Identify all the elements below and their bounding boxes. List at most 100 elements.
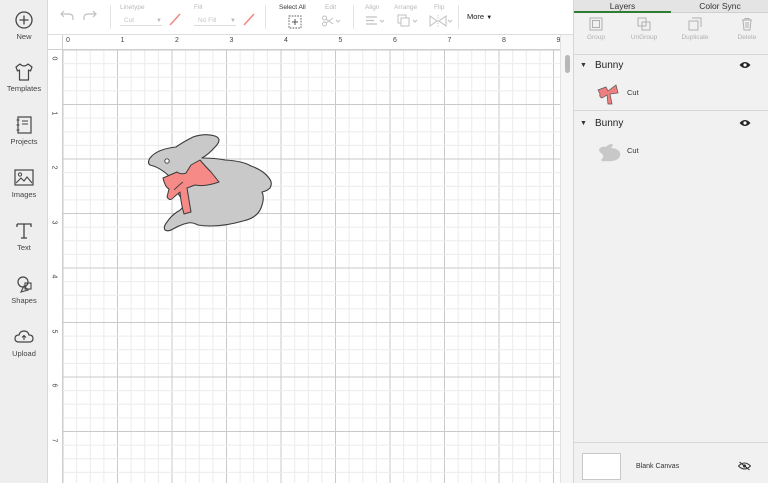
toolbar-divider [458,5,459,29]
ruler-left-number: 2 [50,165,58,170]
ruler-left-number: 1 [50,111,58,115]
tshirt-icon [15,63,33,81]
ruler-left-number: 0 [50,56,58,61]
canvas-grid [48,35,560,483]
ungroup-icon [637,17,651,31]
scissors-icon[interactable] [321,15,341,27]
sidebar-label-images: Images [11,190,37,199]
duplicate-icon [688,17,702,31]
ruler-top-number: 2 [175,37,179,44]
layer-row[interactable]: Cut [574,136,768,166]
eye-hidden-icon[interactable] [738,461,751,471]
ruler-left-number: 6 [50,383,58,388]
ruler-vertical [48,35,63,483]
toolbar-divider [265,5,266,29]
blank-canvas-label: Blank Canvas [636,463,680,470]
tab-layers-label: Layers [609,1,636,11]
shapes-icon [17,276,32,293]
plus-circle-icon [15,11,33,29]
ruler-top-number: 5 [338,37,343,44]
blank-canvas-swatch[interactable] [582,453,621,480]
fill-select[interactable]: No Fill ▼ [194,15,236,26]
linetype-color-swatch-icon[interactable] [169,13,181,26]
layer-group-row[interactable]: ▼ Bunny [574,114,768,134]
fill-color-swatch-icon[interactable] [243,13,255,26]
linetype-value: Cut [124,17,135,24]
flip-icon[interactable] [429,14,453,28]
left-sidebar: New Templates Projects Images Text Shape… [0,0,48,483]
linetype-label: Linetype [120,4,145,11]
select-all-icon[interactable] [288,15,302,29]
group-icon [589,17,603,31]
layer-row[interactable]: Cut [574,78,768,108]
sidebar-label-upload: Upload [12,349,36,358]
bunny-eye [164,158,170,164]
layer-actions: Group UnGroup Duplicate Delete [574,13,768,55]
layer-name: Cut [627,146,639,155]
sidebar-item-new[interactable]: New [0,10,48,58]
tab-color-sync-label: Color Sync [699,1,741,11]
arrange-label: Arrange [394,4,418,11]
layer-name: Cut [627,88,639,97]
layers-panel: Layers Color Sync Group UnGroup Duplicat… [573,0,768,483]
more-button[interactable]: More ▼ [467,12,492,21]
sidebar-label-text: Text [17,243,31,252]
duplicate-button[interactable]: Duplicate [673,17,717,41]
ruler-top-number: 8 [502,37,506,44]
trash-icon [742,18,752,31]
ruler-left-number: 3 [50,220,58,224]
ruler-top-number: 0 [66,37,70,44]
select-all-label: Select All [279,4,306,11]
tab-layers[interactable]: Layers [574,0,671,13]
sidebar-label-projects: Projects [10,137,38,146]
undo-icon[interactable] [60,9,74,21]
sidebar-item-templates[interactable]: Templates [0,62,48,110]
top-toolbar: Linetype Cut ▼ Fill No Fill ▼ Select All… [48,0,573,35]
layer-group-row[interactable]: ▼ Bunny [574,56,768,76]
sidebar-item-text[interactable]: Text [0,221,48,269]
linetype-select[interactable]: Cut ▼ [120,15,162,26]
ruler-top-number: 1 [120,37,125,44]
toolbar-divider [353,5,354,29]
sidebar-item-upload[interactable]: Upload [0,327,48,375]
eye-icon[interactable] [739,119,751,127]
flip-label: Flip [434,4,445,11]
group-button[interactable]: Group [574,17,618,41]
more-label: More [467,12,485,21]
ruler-left-number: 5 [50,329,58,333]
ungroup-label: UnGroup [630,34,658,41]
align-icon[interactable] [365,15,385,27]
chevron-down-icon: ▼ [230,18,236,24]
delete-label: Delete [737,34,757,41]
group-divider [574,110,768,111]
image-icon [14,169,34,186]
collapse-arrow-icon[interactable]: ▼ [580,62,587,69]
tab-color-sync[interactable]: Color Sync [671,0,768,13]
text-icon [16,223,32,239]
sidebar-label-shapes: Shapes [11,296,37,305]
sidebar-item-projects[interactable]: Projects [0,115,48,163]
align-label: Align [365,4,380,11]
sidebar-item-shapes[interactable]: Shapes [0,274,48,322]
bunny-artwork[interactable] [143,130,278,240]
ruler-top-number: 4 [284,37,288,44]
scrollbar-thumb[interactable] [565,55,570,73]
ruler-left-number: 7 [50,438,58,442]
group-label: Group [586,34,606,41]
chevron-down-icon: ▼ [156,18,162,24]
collapse-arrow-icon[interactable]: ▼ [580,120,587,127]
ruler-top-number: 7 [447,37,452,44]
arrange-icon[interactable] [397,14,419,28]
bow-thumbnail [597,84,619,105]
eye-icon[interactable] [739,61,751,69]
duplicate-label: Duplicate [681,34,709,41]
canvas-vertical-scrollbar[interactable] [560,35,573,483]
ungroup-button[interactable]: UnGroup [622,17,666,41]
sidebar-item-images[interactable]: Images [0,168,48,216]
blank-canvas-row[interactable]: Blank Canvas [574,442,768,483]
design-canvas[interactable]: 0123456789 01234567 [48,35,560,483]
ruler-top-number: 6 [393,37,397,44]
toolbar-divider [110,5,111,29]
redo-icon[interactable] [83,9,97,21]
delete-button[interactable]: Delete [725,17,768,41]
